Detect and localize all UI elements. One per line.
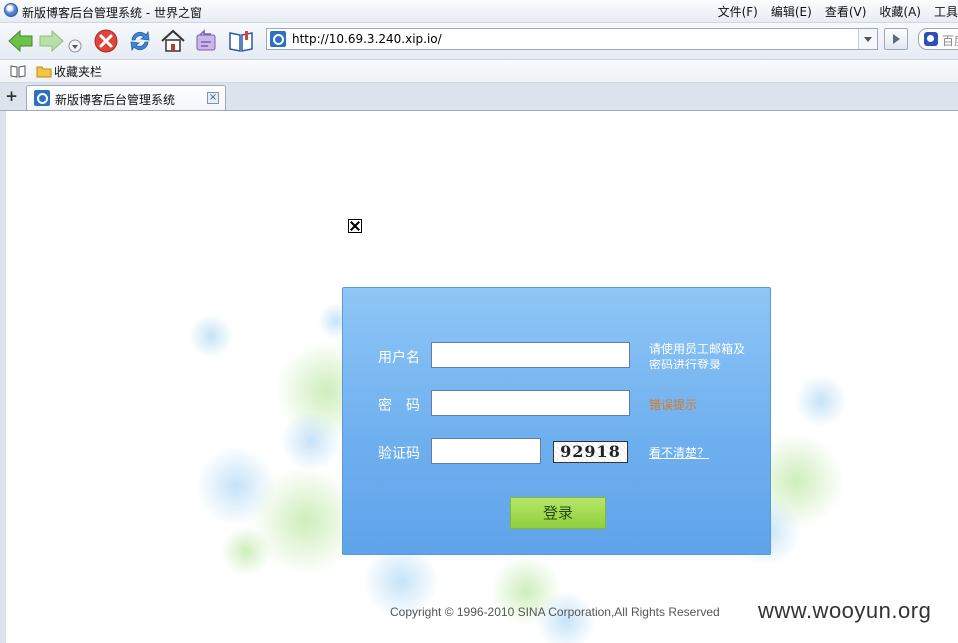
address-url[interactable]: http://10.69.3.240.xip.io/ bbox=[292, 32, 442, 46]
tab-active[interactable]: 新版博客后台管理系统 × bbox=[26, 85, 226, 110]
browser-logo-icon bbox=[4, 3, 18, 17]
menu-favorites[interactable]: 收藏(A) bbox=[879, 3, 921, 20]
menu-edit[interactable]: 编辑(E) bbox=[771, 3, 812, 20]
login-button[interactable]: 登录 bbox=[510, 497, 606, 529]
menu-tools[interactable]: 工具 bbox=[934, 3, 958, 20]
tab-favicon-icon bbox=[34, 90, 50, 106]
password-label: 密 码 bbox=[378, 398, 420, 414]
page-content: 用户名 密 码 验证码 92918 请使用员工邮箱及密码进行登录 错误提示 看不… bbox=[0, 111, 958, 643]
copyright-text: Copyright © 1996-2010 SINA Corporation,A… bbox=[390, 605, 720, 619]
window-title: 新版博客后台管理系统 - 世界之窗 bbox=[22, 6, 202, 20]
forward-icon[interactable] bbox=[36, 26, 66, 56]
favorites-bar: 收藏夹栏 bbox=[0, 60, 958, 83]
favorites-book-icon[interactable] bbox=[10, 64, 26, 81]
username-label: 用户名 bbox=[378, 350, 420, 366]
navigation-toolbar: http://10.69.3.240.xip.io/ 百度 bbox=[0, 23, 958, 60]
tab-close-icon[interactable]: × bbox=[207, 92, 219, 104]
refresh-captcha-link[interactable]: 看不清楚？ bbox=[649, 444, 709, 461]
watermark: www.wooyun.org bbox=[758, 598, 932, 623]
tab-title: 新版博客后台管理系统 bbox=[55, 93, 176, 107]
captcha-label: 验证码 bbox=[378, 446, 420, 462]
folder-icon bbox=[36, 64, 52, 81]
baidu-search-icon bbox=[924, 32, 938, 46]
favorites-icon[interactable] bbox=[226, 26, 256, 56]
favorites-bar-label[interactable]: 收藏夹栏 bbox=[54, 63, 102, 80]
restore-icon[interactable] bbox=[191, 26, 221, 56]
login-form: 用户名 密 码 验证码 92918 请使用员工邮箱及密码进行登录 错误提示 看不… bbox=[342, 287, 771, 555]
menu-bar: 文件(F) 编辑(E) 查看(V) 收藏(A) 工具 bbox=[705, 3, 958, 20]
tab-bar: + 新版博客后台管理系统 × bbox=[0, 83, 958, 111]
menu-view[interactable]: 查看(V) bbox=[825, 3, 867, 20]
stop-icon[interactable] bbox=[91, 26, 121, 56]
search-placeholder: 百度 bbox=[942, 34, 958, 48]
go-button[interactable] bbox=[884, 28, 908, 50]
home-icon[interactable] bbox=[158, 26, 188, 56]
search-box[interactable]: 百度 bbox=[918, 28, 958, 50]
menu-file[interactable]: 文件(F) bbox=[718, 3, 758, 20]
username-input[interactable] bbox=[431, 342, 630, 368]
back-icon[interactable] bbox=[6, 26, 36, 56]
address-dropdown-icon[interactable] bbox=[858, 29, 877, 49]
captcha-image[interactable]: 92918 bbox=[553, 441, 628, 463]
site-favicon-icon bbox=[270, 31, 286, 47]
history-dropdown-icon[interactable] bbox=[67, 26, 83, 56]
new-tab-icon[interactable]: + bbox=[4, 88, 19, 105]
password-input[interactable] bbox=[431, 390, 630, 416]
title-bar: 新版博客后台管理系统 - 世界之窗 文件(F) 编辑(E) 查看(V) 收藏(A… bbox=[0, 0, 958, 23]
error-hint: 错误提示 bbox=[649, 398, 698, 412]
captcha-input[interactable] bbox=[431, 438, 541, 464]
address-bar[interactable]: http://10.69.3.240.xip.io/ bbox=[266, 28, 878, 50]
login-hint: 请使用员工邮箱及密码进行登录 bbox=[649, 342, 746, 369]
broken-image-icon bbox=[348, 219, 362, 233]
refresh-icon[interactable] bbox=[125, 26, 155, 56]
